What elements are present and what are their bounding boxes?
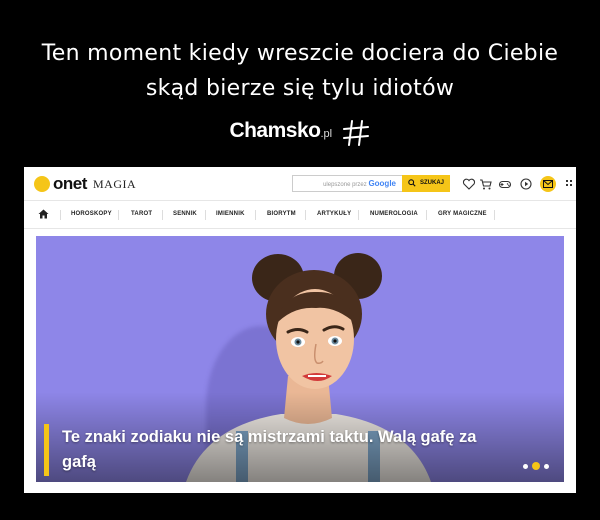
carousel-dot-1[interactable] (523, 464, 528, 469)
nav-divider (494, 210, 495, 220)
nav-item-numerologia[interactable]: NUMEROLOGIA (370, 201, 418, 228)
nav-item-gry-magiczne[interactable]: GRY MAGICZNE (438, 201, 487, 228)
search-input[interactable]: ulepszone przez Google (292, 175, 402, 192)
nav-item-sennik[interactable]: SENNIK (173, 201, 197, 228)
brand-name: Chamsko (229, 119, 321, 143)
nav-divider (162, 210, 163, 220)
nav-item-biorytm[interactable]: BIORYTM (267, 201, 296, 228)
meme-caption: Ten moment kiedy wreszcie dociera do Cie… (0, 36, 600, 106)
caption-line-2: skąd bierze się tylu idiotów (145, 76, 455, 101)
nav-divider (305, 210, 306, 220)
heart-icon[interactable] (462, 177, 476, 191)
nav-divider (358, 210, 359, 220)
main-nav: HOROSKOPY TAROT SENNIK IMIENNIK BIORYTM … (24, 201, 576, 229)
onet-screenshot: onet MAGIA ulepszone przez Google SZUKAJ (24, 167, 576, 493)
nav-item-imiennik[interactable]: IMIENNIK (216, 201, 245, 228)
carousel-dot-3[interactable] (544, 464, 549, 469)
mail-icon (543, 180, 553, 188)
nav-divider (60, 210, 61, 220)
play-icon[interactable] (519, 177, 533, 191)
mail-button[interactable] (540, 176, 556, 192)
hero-headline[interactable]: Te znaki zodiaku nie są mistrzami taktu.… (62, 425, 502, 475)
gamepad-icon[interactable] (498, 177, 512, 191)
nav-divider (426, 210, 427, 220)
nav-divider (255, 210, 256, 220)
onet-logo-dot[interactable] (34, 176, 50, 192)
nav-divider (205, 210, 206, 220)
chamsko-watermark: Chamsko.pl (0, 118, 600, 148)
cart-icon[interactable] (479, 177, 493, 191)
nav-item-artykuly[interactable]: ARTYKUŁY (317, 201, 351, 228)
home-icon[interactable] (38, 209, 49, 219)
top-bar: onet MAGIA ulepszone przez Google SZUKAJ (24, 167, 576, 201)
hash-icon (342, 120, 369, 146)
headline-accent-bar (44, 424, 49, 476)
brand-tld: .pl (320, 128, 333, 141)
apps-grid-icon[interactable] (564, 178, 576, 190)
nav-divider (118, 210, 119, 220)
section-name[interactable]: MAGIA (93, 177, 136, 192)
search-icon (408, 179, 416, 187)
search-button[interactable]: SZUKAJ (402, 175, 450, 192)
search-placeholder: ulepszone przez Google (323, 179, 396, 188)
nav-item-horoskopy[interactable]: HOROSKOPY (71, 201, 112, 228)
onet-logo[interactable]: onet (53, 174, 87, 194)
hero-article[interactable]: Te znaki zodiaku nie są mistrzami taktu.… (36, 236, 564, 482)
caption-line-1: Ten moment kiedy wreszcie dociera do Cie… (41, 41, 559, 66)
carousel-dot-2-active[interactable] (532, 462, 540, 470)
nav-item-tarot[interactable]: TAROT (131, 201, 152, 228)
